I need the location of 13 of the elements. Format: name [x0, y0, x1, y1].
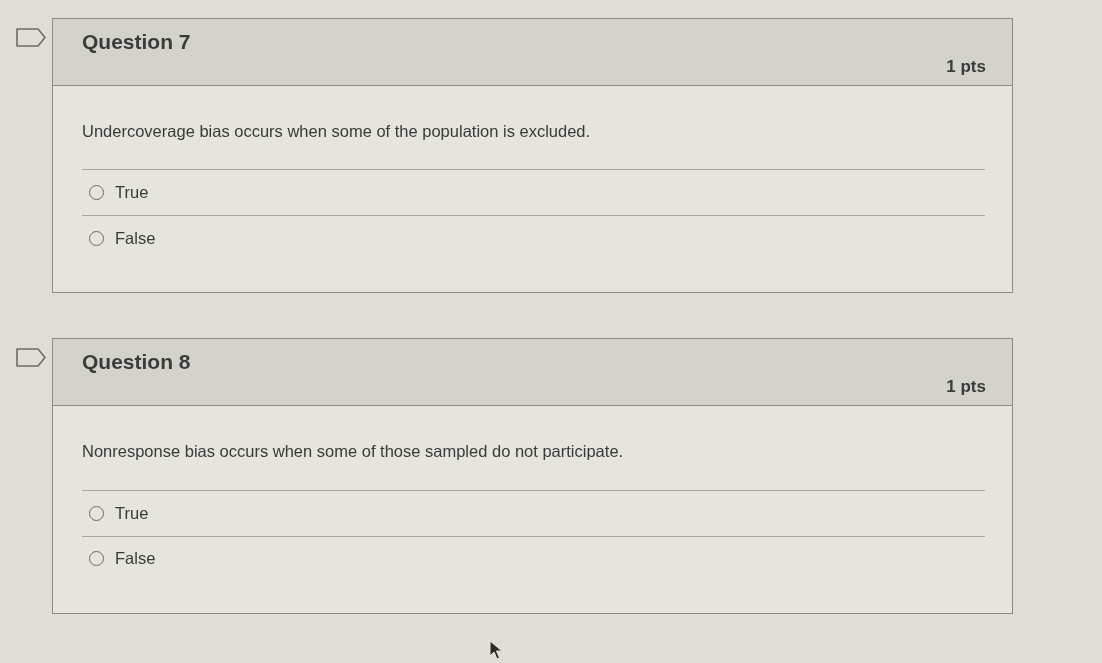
answer-label[interactable]: False — [115, 546, 156, 571]
answer-label[interactable]: True — [115, 180, 149, 206]
points-label: 1 pts — [946, 376, 986, 398]
answer-label[interactable]: False — [115, 225, 156, 251]
points-label: 1 pts — [946, 56, 986, 77]
tag-icon[interactable] — [16, 28, 46, 47]
mouse-pointer-icon — [489, 640, 503, 660]
question-text: Undercoverage bias occurs when some of the population is excluded. — [82, 121, 592, 142]
question-text: Nonresponse bias occurs when some of those sampled do not participate. — [82, 441, 625, 463]
question-title: Question 8 — [82, 349, 191, 375]
question-title: Question 7 — [82, 29, 191, 55]
tag-icon[interactable] — [16, 348, 46, 368]
answer-label[interactable]: True — [115, 500, 149, 526]
